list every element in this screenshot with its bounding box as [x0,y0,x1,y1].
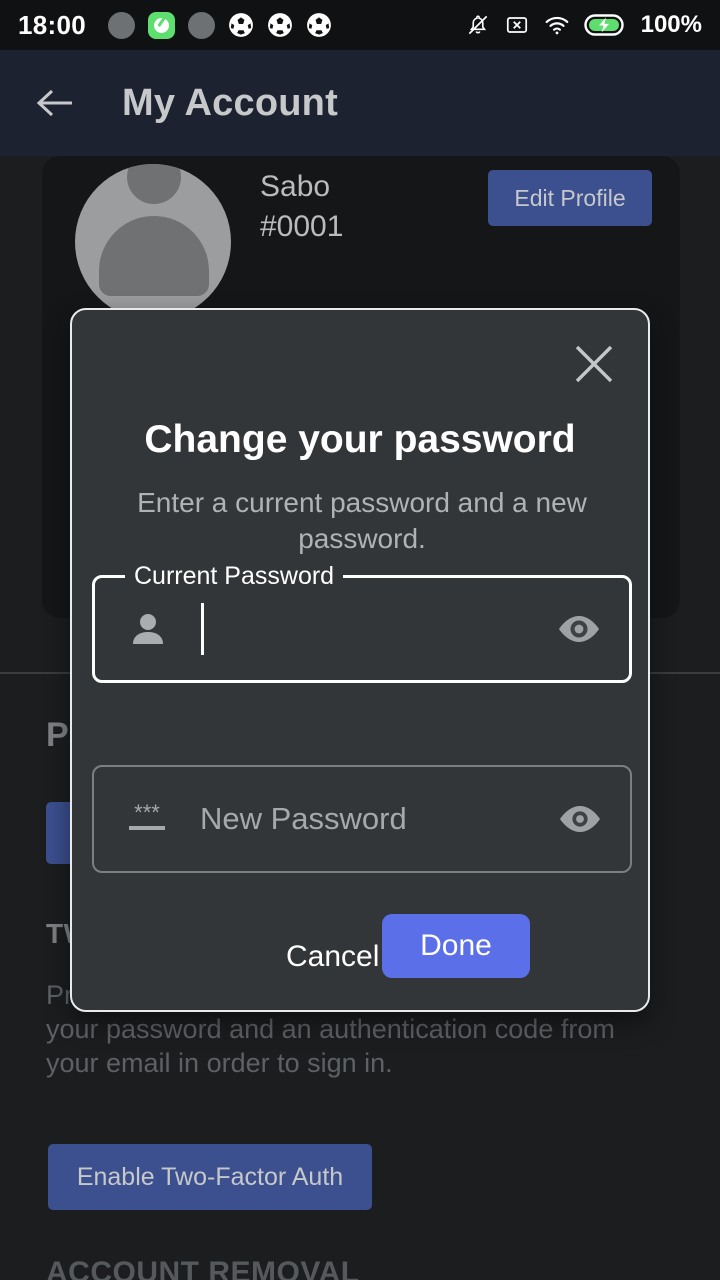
wifi-icon [545,16,568,35]
dialog-title: Change your password [144,418,576,461]
current-password-field[interactable]: Current Password [92,562,632,683]
soccer-ball-icon [268,13,292,37]
eye-icon [560,806,600,832]
password-asterisks-icon: *** [116,798,178,840]
page-title: My Account [122,81,338,124]
back-button[interactable] [24,71,88,135]
person-icon [117,609,179,649]
arrow-left-icon [36,89,72,117]
close-x-icon [575,345,613,383]
toggle-current-password-visibility[interactable] [555,610,603,648]
toggle-new-password-visibility[interactable] [556,800,604,838]
status-system-icons: 100% [465,11,702,39]
status-bar: 18:00 100% [0,0,720,50]
green-badge-icon [148,11,175,39]
svg-text:***: *** [134,800,160,825]
cancel-button[interactable]: Cancel [270,930,395,984]
app-bar: My Account [0,50,720,156]
done-button[interactable]: Done [382,914,530,978]
new-password-field[interactable]: *** New Password [92,765,632,873]
bell-muted-icon [468,15,487,35]
circle-notification-icon [188,11,215,39]
text-caret [201,603,204,655]
soccer-ball-icon [229,13,253,37]
status-clock: 18:00 [18,9,86,40]
status-notification-icons [108,11,332,39]
x-box-icon [506,17,527,33]
dialog-subtitle: Enter a current password and a new passw… [137,487,587,554]
close-button[interactable] [566,336,622,392]
battery-charging-icon [583,14,624,36]
app-screen: 18:00 100% My Account Sabo #0001 Edit Pr… [0,0,720,1280]
change-password-dialog: Change your password Enter a current pas… [70,308,650,1012]
circle-notification-icon [108,11,135,39]
new-password-placeholder: New Password [200,801,407,836]
battery-percent-label: 100% [640,11,702,38]
soccer-ball-icon [307,13,331,37]
current-password-label: Current Password [125,562,344,591]
eye-icon [559,616,599,642]
